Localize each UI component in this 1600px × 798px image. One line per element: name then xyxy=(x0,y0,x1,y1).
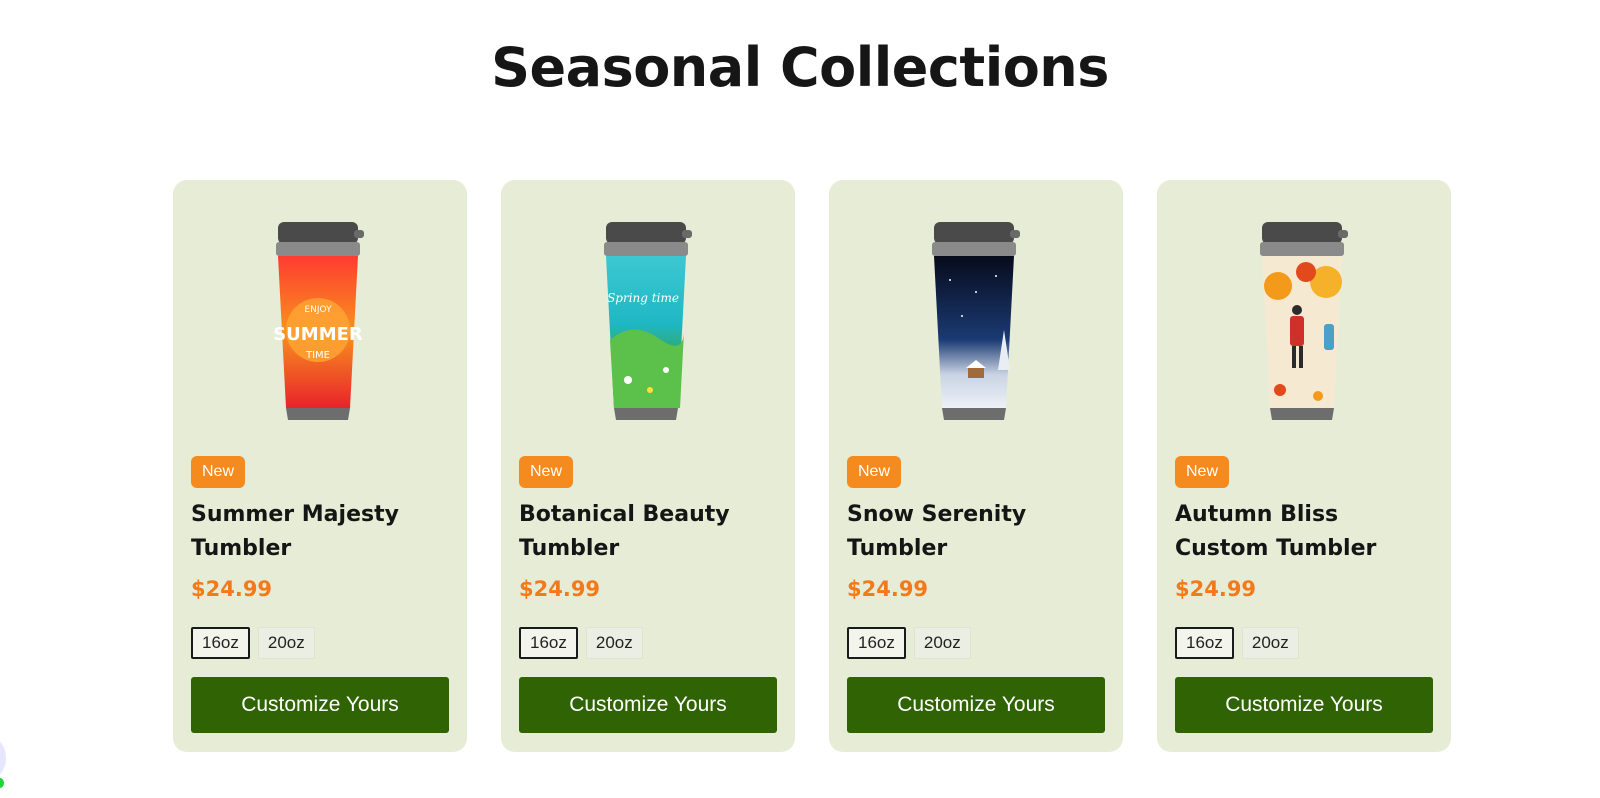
new-badge: New xyxy=(519,456,574,488)
print-text: Spring time xyxy=(607,291,679,305)
product-card[interactable]: New Autumn Bliss Custom Tumbler $24.99 1… xyxy=(1157,180,1451,752)
product-card[interactable]: ENJOY SUMMER TIME New Summer Majesty Tum… xyxy=(173,180,467,752)
size-option-20oz[interactable]: 20oz xyxy=(913,627,971,659)
chat-widget-bubble[interactable] xyxy=(0,738,6,778)
product-price: $24.99 xyxy=(1175,577,1257,601)
size-selector: 16oz 20oz xyxy=(519,627,643,659)
product-price: $24.99 xyxy=(519,577,601,601)
product-name[interactable]: Botanical Beauty Tumbler xyxy=(519,498,781,566)
size-selector: 16oz 20oz xyxy=(191,627,315,659)
product-name[interactable]: Summer Majesty Tumbler xyxy=(191,498,453,566)
print-text: SUMMER xyxy=(273,324,363,345)
customize-yours-button[interactable]: Customize Yours xyxy=(1175,677,1433,733)
product-image[interactable]: ENJOY SUMMER TIME xyxy=(260,220,380,430)
size-option-20oz[interactable]: 20oz xyxy=(585,627,643,659)
product-price: $24.99 xyxy=(191,577,273,601)
product-name[interactable]: Autumn Bliss Custom Tumbler xyxy=(1175,498,1437,566)
product-price: $24.99 xyxy=(847,577,929,601)
customize-yours-button[interactable]: Customize Yours xyxy=(847,677,1105,733)
product-image[interactable]: Spring time xyxy=(588,220,708,430)
product-image[interactable] xyxy=(916,220,1036,430)
size-option-20oz[interactable]: 20oz xyxy=(1241,627,1299,659)
product-card[interactable]: New Snow Serenity Tumbler $24.99 16oz 20… xyxy=(829,180,1123,752)
size-option-16oz[interactable]: 16oz xyxy=(1175,627,1234,659)
customize-yours-button[interactable]: Customize Yours xyxy=(191,677,449,733)
print-text: ENJOY xyxy=(304,305,332,315)
online-status-dot xyxy=(0,778,4,788)
new-badge: New xyxy=(191,456,246,488)
size-selector: 16oz 20oz xyxy=(1175,627,1299,659)
product-card[interactable]: Spring time New Botanical Beauty Tumbler… xyxy=(501,180,795,752)
customize-yours-button[interactable]: Customize Yours xyxy=(519,677,777,733)
size-option-16oz[interactable]: 16oz xyxy=(191,627,250,659)
size-option-20oz[interactable]: 20oz xyxy=(257,627,315,659)
new-badge: New xyxy=(847,456,902,488)
size-selector: 16oz 20oz xyxy=(847,627,971,659)
product-name[interactable]: Snow Serenity Tumbler xyxy=(847,498,1109,566)
size-option-16oz[interactable]: 16oz xyxy=(519,627,578,659)
product-grid: ENJOY SUMMER TIME New Summer Majesty Tum… xyxy=(173,180,1451,752)
product-image[interactable] xyxy=(1244,220,1364,430)
new-badge: New xyxy=(1175,456,1230,488)
seasonal-collections-section: Seasonal Collections ENJOY SUMMER TIME N… xyxy=(0,0,1600,798)
section-title: Seasonal Collections xyxy=(491,36,1109,99)
size-option-16oz[interactable]: 16oz xyxy=(847,627,906,659)
print-text: TIME xyxy=(305,350,330,361)
